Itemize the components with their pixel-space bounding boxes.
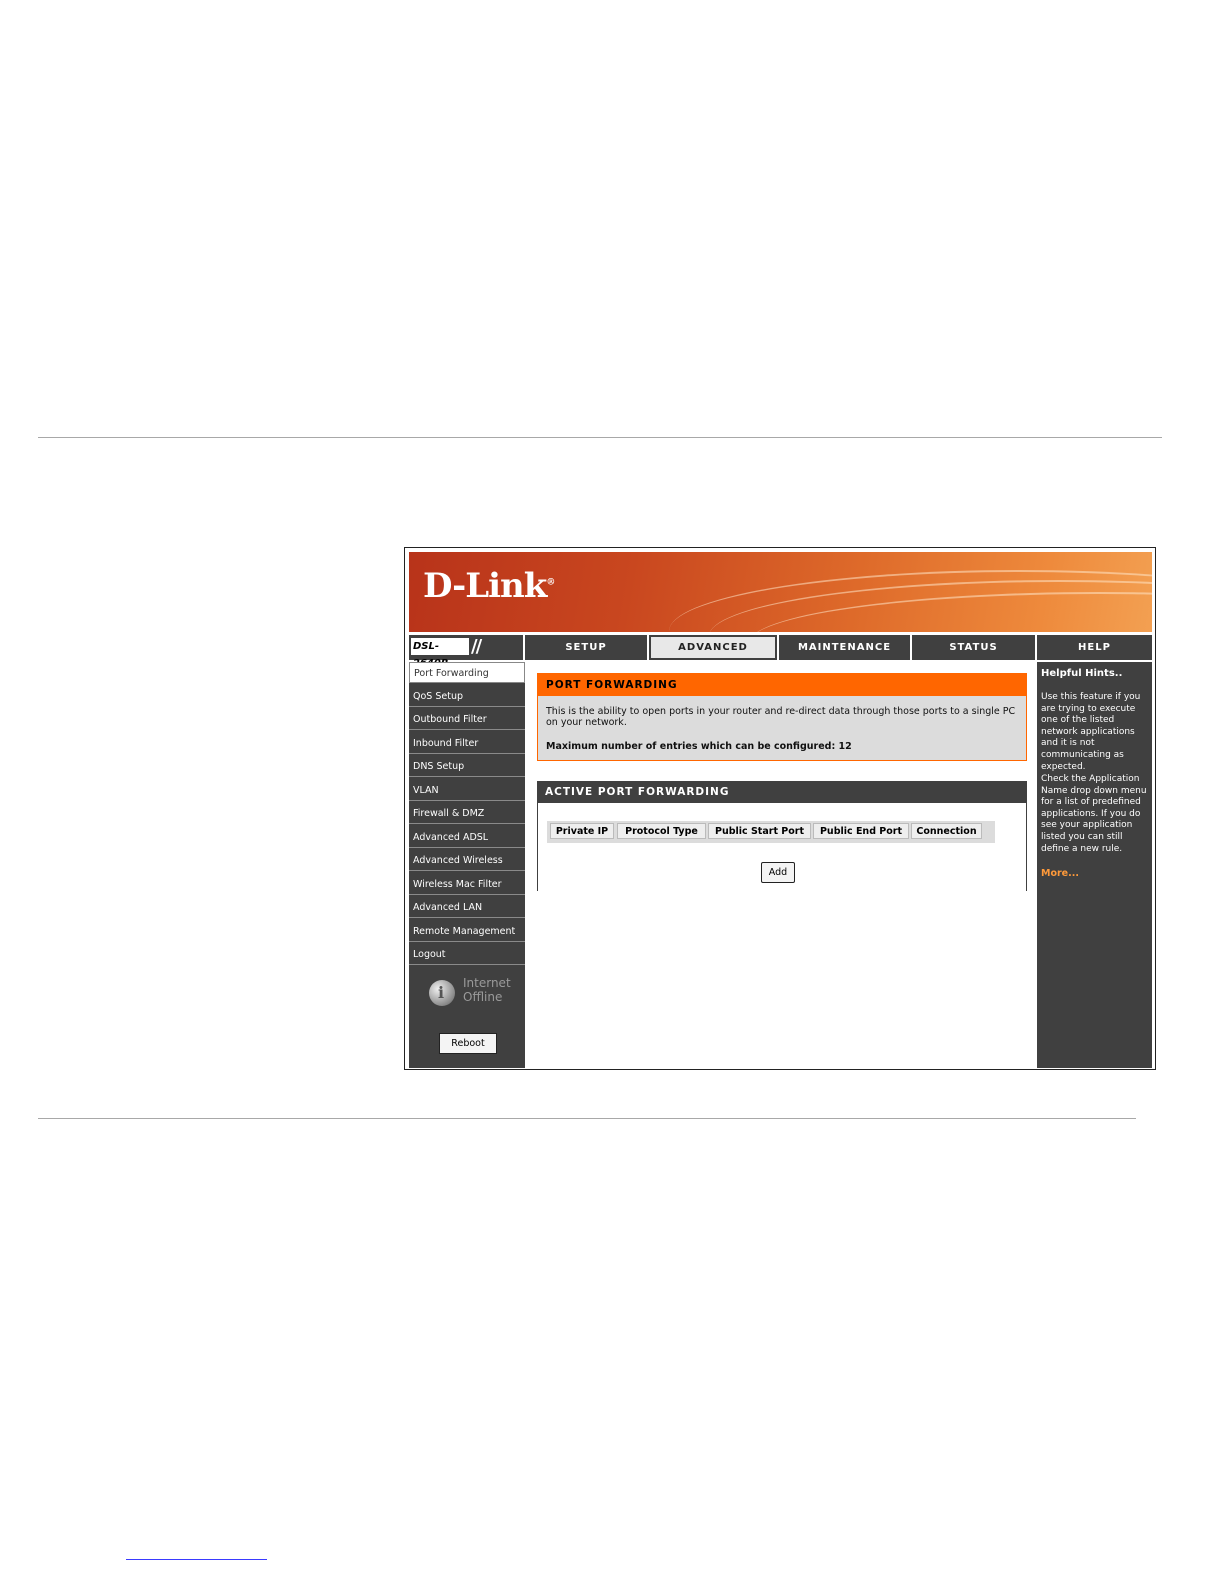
add-button[interactable]: Add [761,862,795,883]
column-header-public-start-port: Public Start Port [708,823,811,839]
port-forwarding-section: PORT FORWARDING This is the ability to o… [537,673,1027,761]
sidebar-item-outbound-filter[interactable]: Outbound Filter [409,709,525,730]
dlink-logo: D-Link® [423,566,555,606]
sidebar-item-advanced-lan[interactable]: Advanced LAN [409,897,525,918]
model-label: DSL-2640R [411,638,469,669]
page-divider-bottom [38,1118,1136,1119]
sidebar-item-port-forwarding[interactable]: Port Forwarding [409,662,525,683]
sidebar-item-remote-management[interactable]: Remote Management [409,921,525,942]
sidebar-item-advanced-wireless[interactable]: Advanced Wireless [409,850,525,871]
internet-status-line2: Offline [463,990,503,1004]
section-border [1026,803,1027,891]
active-port-forwarding-section: ACTIVE PORT FORWARDING Private IP Protoc… [537,781,1027,891]
sidebar-item-firewall-dmz[interactable]: Firewall & DMZ [409,803,525,824]
section-title: ACTIVE PORT FORWARDING [537,781,1027,803]
main-content: PORT FORWARDING This is the ability to o… [525,662,1037,1068]
table-header: Private IP Protocol Type Public Start Po… [547,821,995,843]
reboot-button[interactable]: Reboot [439,1033,497,1054]
section-border [537,803,538,891]
internet-status-line1: Internet [463,976,511,990]
tab-status[interactable]: STATUS [912,635,1035,660]
section-description: This is the ability to open ports in you… [546,706,1016,728]
column-header-public-end-port: Public End Port [813,823,909,839]
internet-status-icon: i [429,980,455,1006]
sidebar-item-dns-setup[interactable]: DNS Setup [409,756,525,777]
header-banner: D-Link® [409,552,1152,632]
section-title: PORT FORWARDING [538,674,1026,696]
sidebar-item-logout[interactable]: Logout [409,944,525,965]
model-slash-decoration: // [471,636,482,657]
model-badge: DSL-2640R // [409,635,523,669]
page-divider-top [38,437,1162,438]
tab-help[interactable]: HELP [1037,635,1152,660]
max-entries-text: Maximum number of entries which can be c… [546,741,852,752]
tab-advanced[interactable]: ADVANCED [649,635,777,660]
column-header-protocol-type: Protocol Type [617,823,706,839]
router-screenshot: D-Link® DSL-2640R // SETUP ADVANCED MAIN… [404,547,1156,1070]
hint-paragraph: Use this feature if you are trying to ex… [1041,692,1141,772]
sidebar-item-inbound-filter[interactable]: Inbound Filter [409,733,525,754]
helpful-hints-panel: Helpful Hints.. Use this feature if you … [1037,662,1152,1068]
more-link[interactable]: More... [1041,868,1079,879]
column-header-private-ip: Private IP [550,823,614,839]
tab-maintenance[interactable]: MAINTENANCE [779,635,910,660]
sidebar-item-advanced-adsl[interactable]: Advanced ADSL [409,827,525,848]
tab-setup[interactable]: SETUP [525,635,647,660]
sidebar-item-wireless-mac-filter[interactable]: Wireless Mac Filter [409,874,525,895]
sidebar-item-qos-setup[interactable]: QoS Setup [409,686,525,707]
sidebar-item-vlan[interactable]: VLAN [409,780,525,801]
sidebar: Port Forwarding QoS Setup Outbound Filte… [409,662,525,1068]
column-header-connection: Connection [911,823,982,839]
footer-link-underline [126,1559,267,1560]
internet-status-text: Internet Offline [463,976,511,1004]
hint-paragraph: Check the Application Name drop down men… [1041,774,1147,854]
hints-title: Helpful Hints.. [1041,668,1123,679]
top-nav: DSL-2640R // SETUP ADVANCED MAINTENANCE … [409,635,1152,669]
